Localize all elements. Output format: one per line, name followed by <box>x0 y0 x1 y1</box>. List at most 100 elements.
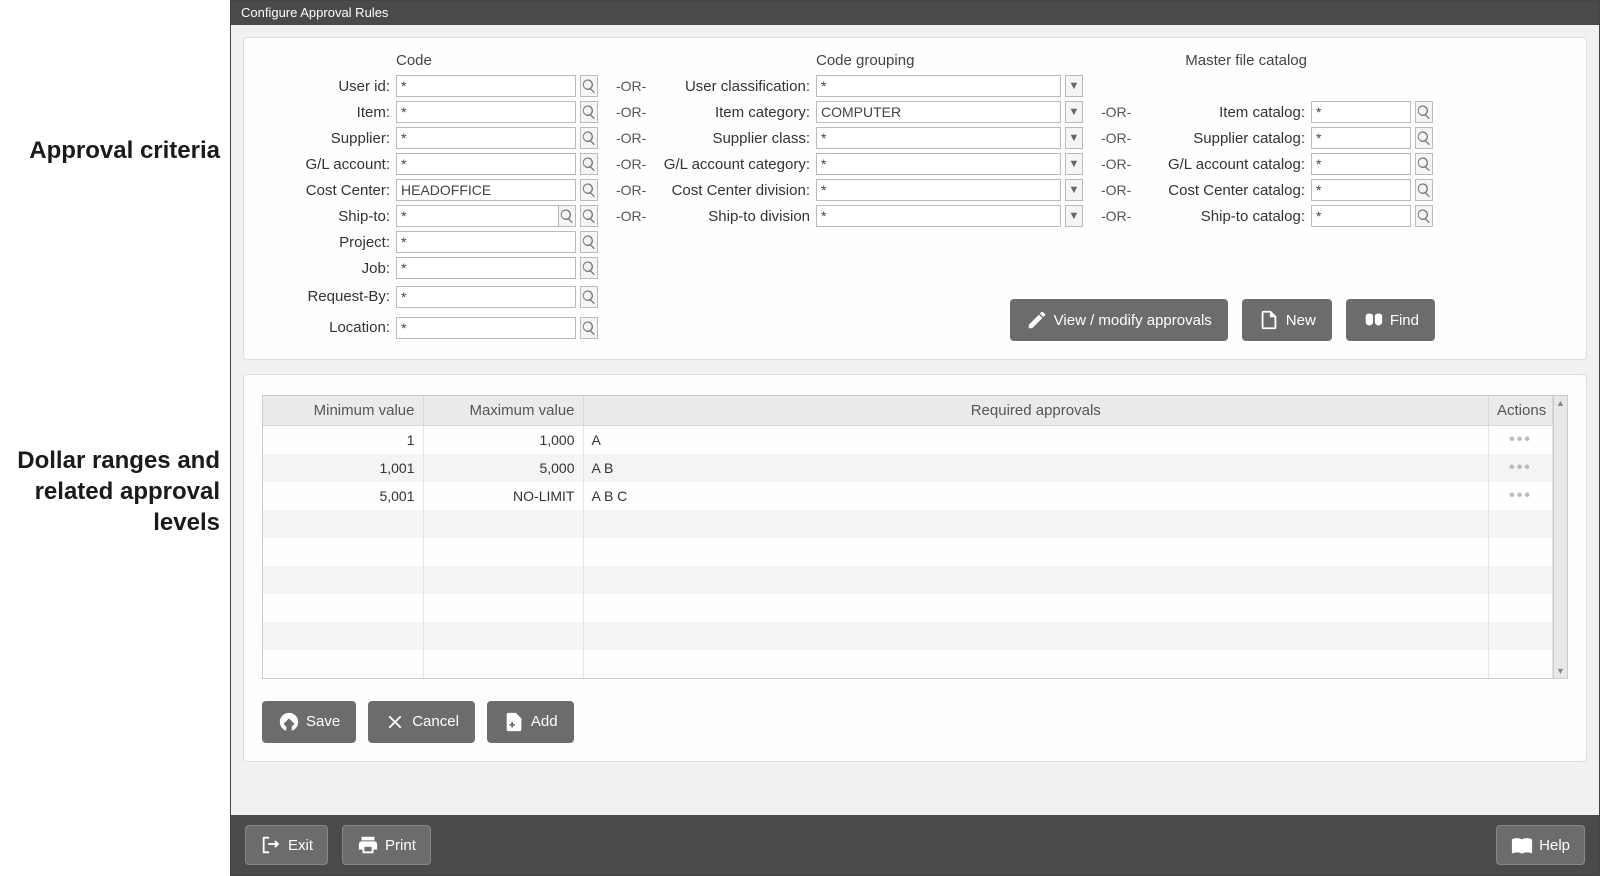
lookup-project[interactable] <box>580 231 598 253</box>
table-row[interactable] <box>263 622 1553 650</box>
cell-min: 5,001 <box>263 482 423 510</box>
input-item[interactable] <box>396 101 576 123</box>
add-button[interactable]: Add <box>487 701 574 743</box>
add-icon <box>503 711 525 733</box>
lookup-gl-catalog[interactable] <box>1415 153 1433 175</box>
cancel-label: Cancel <box>412 713 459 730</box>
label-cost-center: Cost Center: <box>262 182 392 199</box>
cell-max: 5,000 <box>423 454 583 482</box>
header-catalog: Master file catalog <box>1147 52 1307 71</box>
input-ship-catalog[interactable] <box>1311 205 1411 227</box>
footer-bar: Exit Print Help <box>231 815 1599 875</box>
lookup-gl-account[interactable] <box>580 153 598 175</box>
criteria-panel: Code Code grouping Master file catalog U… <box>243 37 1587 360</box>
row-actions-icon[interactable]: ••• <box>1509 459 1532 476</box>
input-gl-account[interactable] <box>396 153 576 175</box>
input-ship-to[interactable] <box>396 205 558 227</box>
input-ship-division[interactable] <box>816 205 1061 227</box>
lookup-item[interactable] <box>580 101 598 123</box>
save-button[interactable]: Save <box>262 701 356 743</box>
callout-approval-criteria: Approval criteria <box>10 135 220 166</box>
label-item: Item: <box>262 104 392 121</box>
input-user-id[interactable] <box>396 75 576 97</box>
input-project[interactable] <box>396 231 576 253</box>
dropdown-cost-division[interactable]: ▼ <box>1065 179 1083 201</box>
cell-required: A B <box>583 454 1489 482</box>
view-modify-approvals-button[interactable]: View / modify approvals <box>1010 299 1228 341</box>
column-min: Minimum value <box>263 396 423 426</box>
cancel-button[interactable]: Cancel <box>368 701 475 743</box>
label-gl-account: G/L account: <box>262 156 392 173</box>
dropdown-ship-division[interactable]: ▼ <box>1065 205 1083 227</box>
table-row[interactable] <box>263 650 1553 678</box>
add-label: Add <box>531 713 558 730</box>
dropdown-item-category[interactable]: ▼ <box>1065 101 1083 123</box>
table-row[interactable] <box>263 566 1553 594</box>
levels-panel: Minimum value Maximum value Required app… <box>243 374 1587 762</box>
label-item-catalog: Item catalog: <box>1147 104 1307 121</box>
input-cost-catalog[interactable] <box>1311 179 1411 201</box>
label-ship-catalog: Ship-to catalog: <box>1147 208 1307 225</box>
or-text: -OR- <box>1089 208 1143 224</box>
dropdown-gl-category[interactable]: ▼ <box>1065 153 1083 175</box>
lookup-job[interactable] <box>580 257 598 279</box>
table-row[interactable] <box>263 594 1553 622</box>
label-cost-division: Cost Center division: <box>662 182 812 199</box>
label-gl-category: G/L account category: <box>662 156 812 173</box>
lookup-cost-catalog[interactable] <box>1415 179 1433 201</box>
input-request-by[interactable] <box>396 286 576 308</box>
table-row[interactable]: 5,001NO-LIMITA B C••• <box>263 482 1553 510</box>
column-actions: Actions <box>1489 396 1553 426</box>
input-gl-category[interactable] <box>816 153 1061 175</box>
input-gl-catalog[interactable] <box>1311 153 1411 175</box>
lookup-item-catalog[interactable] <box>1415 101 1433 123</box>
table-row[interactable]: 11,000A••• <box>263 426 1553 454</box>
or-text: -OR- <box>604 78 658 94</box>
view-modify-approvals-label: View / modify approvals <box>1054 312 1212 329</box>
app-window: Configure Approval Rules Code Code group… <box>230 0 1600 876</box>
input-job[interactable] <box>396 257 576 279</box>
or-text: -OR- <box>604 130 658 146</box>
print-button[interactable]: Print <box>342 825 431 865</box>
row-actions-icon[interactable]: ••• <box>1509 487 1532 504</box>
lookup-ship-catalog[interactable] <box>1415 205 1433 227</box>
help-button[interactable]: Help <box>1496 825 1585 865</box>
label-request-by: Request-By: <box>262 288 392 305</box>
or-text: -OR- <box>1089 156 1143 172</box>
input-cost-division[interactable] <box>816 179 1061 201</box>
input-cost-center[interactable] <box>396 179 576 201</box>
binoculars-icon <box>1362 309 1384 331</box>
row-actions-icon[interactable]: ••• <box>1509 431 1532 448</box>
input-user-class[interactable] <box>816 75 1061 97</box>
lookup-supplier-catalog[interactable] <box>1415 127 1433 149</box>
table-row[interactable] <box>263 538 1553 566</box>
dropdown-supplier-class[interactable]: ▼ <box>1065 127 1083 149</box>
lookup-user-id[interactable] <box>580 75 598 97</box>
lookup-request-by[interactable] <box>580 286 598 308</box>
lookup-location[interactable] <box>580 317 598 339</box>
lookup-cost-center[interactable] <box>580 179 598 201</box>
table-row[interactable]: 1,0015,000A B••• <box>263 454 1553 482</box>
input-location[interactable] <box>396 317 576 339</box>
find-label: Find <box>1390 312 1419 329</box>
label-gl-catalog: G/L account catalog: <box>1147 156 1307 173</box>
exit-icon <box>260 834 282 856</box>
exit-button[interactable]: Exit <box>245 825 328 865</box>
help-icon <box>1511 834 1533 856</box>
cell-max: 1,000 <box>423 426 583 454</box>
find-button[interactable]: Find <box>1346 299 1435 341</box>
input-item-catalog[interactable] <box>1311 101 1411 123</box>
dropdown-user-class[interactable]: ▼ <box>1065 75 1083 97</box>
input-supplier[interactable] <box>396 127 576 149</box>
scrollbar[interactable] <box>1553 396 1567 678</box>
input-supplier-class[interactable] <box>816 127 1061 149</box>
lookup-ship-to-1[interactable] <box>558 205 576 227</box>
new-button[interactable]: New <box>1242 299 1332 341</box>
save-icon <box>278 711 300 733</box>
cell-required: A B C <box>583 482 1489 510</box>
input-item-category[interactable] <box>816 101 1061 123</box>
lookup-supplier[interactable] <box>580 127 598 149</box>
table-row[interactable] <box>263 510 1553 538</box>
input-supplier-catalog[interactable] <box>1311 127 1411 149</box>
lookup-ship-to-2[interactable] <box>580 205 598 227</box>
